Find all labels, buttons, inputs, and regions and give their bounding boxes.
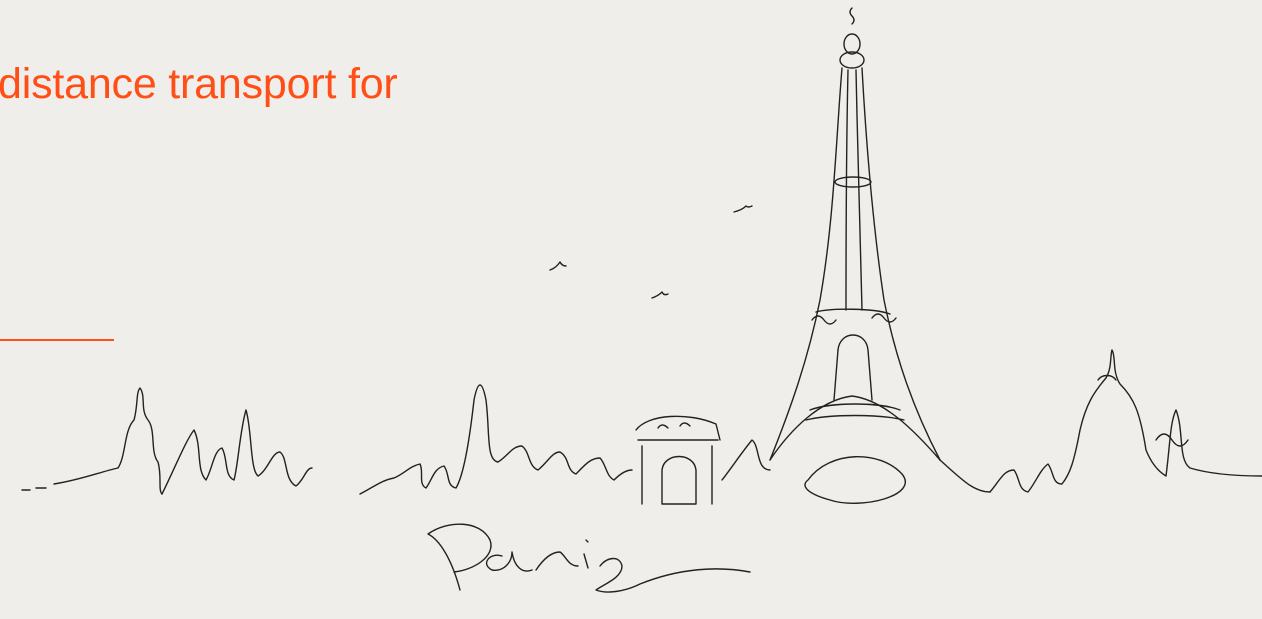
skyline-line bbox=[21, 349, 1262, 505]
birds-group bbox=[549, 205, 753, 299]
eiffel-tower-icon bbox=[769, 7, 941, 504]
bird-icon bbox=[733, 205, 753, 213]
bird-icon bbox=[651, 291, 669, 299]
paris-skyline-illustration bbox=[21, 7, 1262, 593]
hero-section: distance transport for bbox=[0, 0, 1262, 619]
bird-icon bbox=[549, 261, 567, 271]
paris-signature bbox=[427, 523, 751, 593]
